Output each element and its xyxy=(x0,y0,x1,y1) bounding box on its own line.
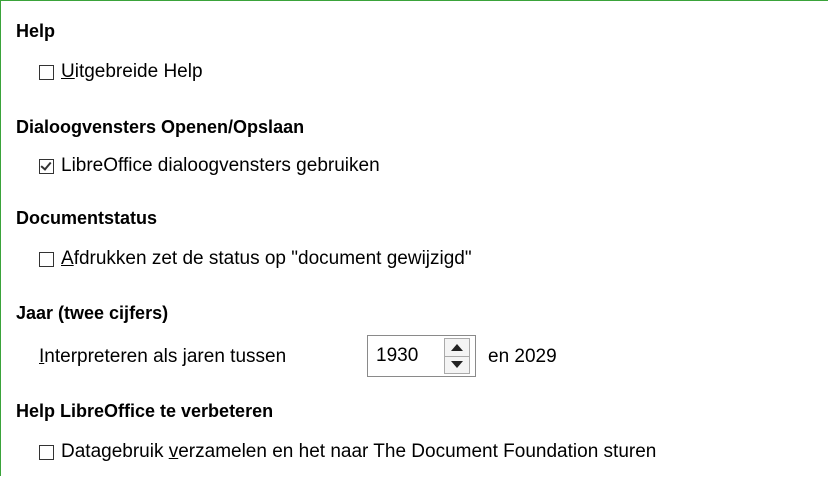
dialogs-heading: Dialoogvensters Openen/Opslaan xyxy=(16,117,305,137)
help-heading: Help xyxy=(16,21,56,41)
spin-up-button[interactable] xyxy=(445,339,469,357)
collect-usage-data-checkbox[interactable]: Datagebruik verzamelen en het naar The D… xyxy=(39,441,656,463)
spin-buttons xyxy=(444,338,470,374)
arrow-down-icon xyxy=(451,361,463,369)
arrow-up-icon xyxy=(451,343,463,351)
checkbox-label: Datagebruik verzamelen en het naar The D… xyxy=(61,441,657,462)
checkbox-label: Afdrukken zet de status op "document gew… xyxy=(61,248,472,269)
extended-help-checkbox[interactable]: Uitgebreide Help xyxy=(39,61,203,83)
options-panel: Help Uitgebreide Help Dialoogvensters Op… xyxy=(0,0,828,476)
checkbox-label: LibreOffice dialoogvensters gebruiken xyxy=(61,155,380,176)
printing-sets-modified-checkbox[interactable]: Afdrukken zet de status op "document gew… xyxy=(39,248,472,270)
spin-down-button[interactable] xyxy=(445,356,469,373)
checkbox-box[interactable] xyxy=(39,64,54,80)
docstatus-heading: Documentstatus xyxy=(16,208,158,228)
checkbox-box-checked[interactable] xyxy=(39,158,54,174)
year-spinbox-value[interactable]: 1930 xyxy=(368,345,444,367)
year-end-text: en 2029 xyxy=(488,346,557,367)
use-libreoffice-dialogs-checkbox[interactable]: LibreOffice dialoogvensters gebruiken xyxy=(39,155,380,177)
year-spinbox[interactable]: 1930 xyxy=(367,335,476,377)
improve-heading: Help LibreOffice te verbeteren xyxy=(16,401,274,421)
checkbox-label: Uitgebreide Help xyxy=(61,61,203,82)
checkbox-box[interactable] xyxy=(39,251,54,267)
year-heading: Jaar (twee cijfers) xyxy=(16,303,169,323)
year-label: Interpreteren als jaren tussen xyxy=(39,346,287,367)
checkbox-box[interactable] xyxy=(39,444,54,460)
